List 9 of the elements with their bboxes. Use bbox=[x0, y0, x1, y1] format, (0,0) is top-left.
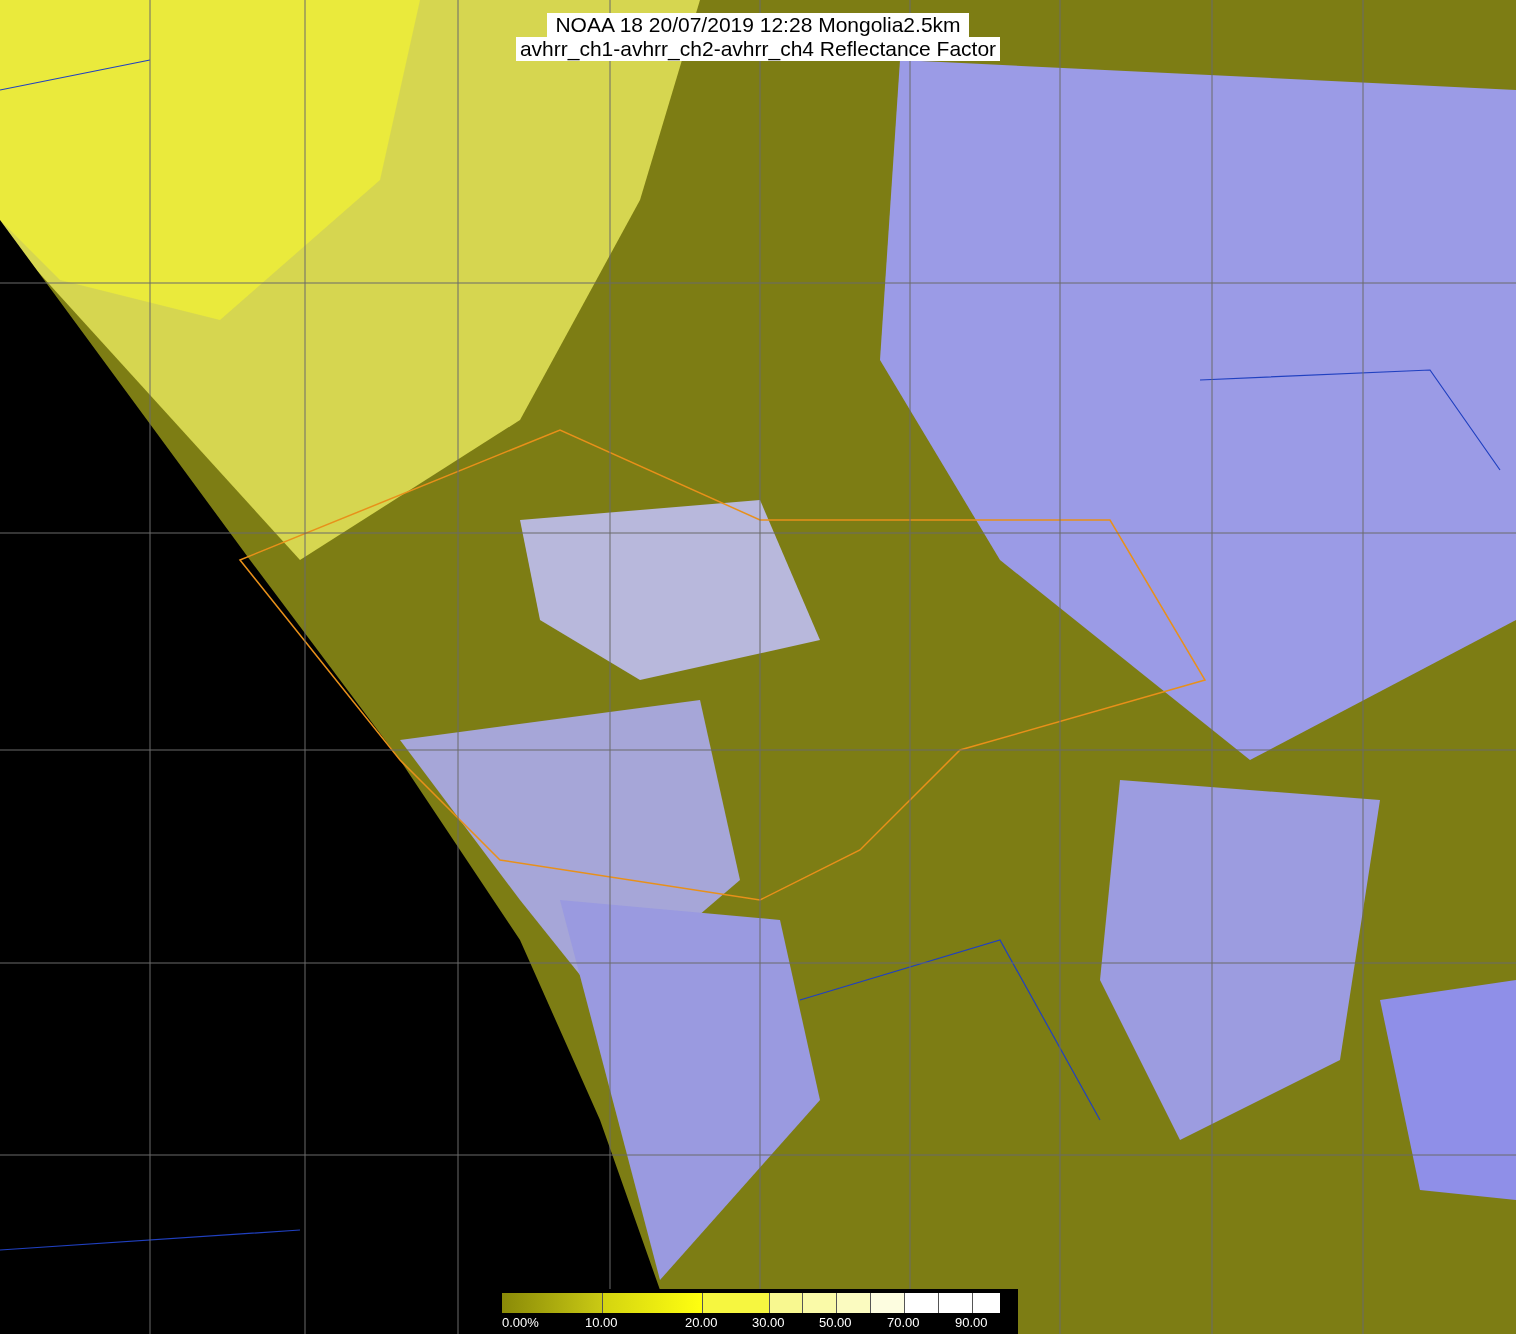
colorbar-label: 20.00 bbox=[685, 1315, 718, 1330]
colorbar-label: 10.00 bbox=[585, 1315, 618, 1330]
image-subtitle: avhrr_ch1-avhrr_ch2-avhrr_ch4 Reflectance Factor bbox=[515, 37, 1001, 61]
colorbar-label: 90.00 bbox=[955, 1315, 988, 1330]
colorbar-label: 0.00% bbox=[502, 1315, 539, 1330]
colorbar-label: 50.00 bbox=[819, 1315, 852, 1330]
colorbar-label: 30.00 bbox=[752, 1315, 785, 1330]
image-title: NOAA 18 20/07/2019 12:28 Mongolia2.5km bbox=[547, 13, 969, 37]
colorbar-label: 70.00 bbox=[887, 1315, 920, 1330]
